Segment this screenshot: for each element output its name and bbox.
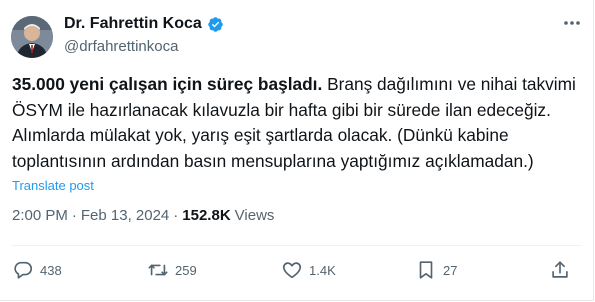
- translate-post-link[interactable]: Translate post: [12, 178, 94, 193]
- like-count: 1.4K: [309, 262, 336, 278]
- reply-count: 438: [40, 262, 62, 278]
- reply-button[interactable]: 438: [12, 256, 62, 284]
- reply-icon: [12, 259, 34, 281]
- heart-icon: [281, 259, 303, 281]
- bookmark-count: 27: [443, 262, 458, 278]
- handle[interactable]: @drfahrettinkoca: [64, 38, 178, 55]
- like-button[interactable]: 1.4K: [281, 256, 336, 284]
- avatar[interactable]: [11, 16, 53, 58]
- divider: [12, 245, 582, 246]
- bookmark-button[interactable]: 27: [415, 256, 457, 284]
- action-bar: 438 259 1.4K 27: [0, 256, 595, 284]
- repost-count: 259: [175, 262, 197, 278]
- share-icon: [549, 259, 571, 281]
- views-count: 152.8K: [182, 207, 231, 224]
- repost-icon: [147, 259, 169, 281]
- views-label: Views: [234, 207, 275, 224]
- tweet-metadata: 2:00 PM · Feb 13, 2024 · 152.8K Views: [12, 207, 274, 224]
- display-name[interactable]: Dr. Fahrettin Koca: [64, 15, 202, 33]
- tweet-text: 35.000 yeni çalışan için süreç başladı. …: [12, 72, 584, 174]
- more-options-icon[interactable]: [562, 16, 582, 28]
- meta-separator: ·: [173, 207, 179, 224]
- verified-badge-icon: [207, 16, 224, 33]
- bookmark-icon: [415, 259, 437, 281]
- repost-button[interactable]: 259: [147, 256, 197, 284]
- tweet-date[interactable]: Feb 13, 2024: [81, 207, 169, 224]
- share-button[interactable]: [549, 256, 571, 284]
- tweet-text-bold: 35.000 yeni çalışan için süreç başladı.: [12, 74, 323, 94]
- tweet-time[interactable]: 2:00 PM: [12, 207, 68, 224]
- meta-separator: ·: [71, 207, 77, 224]
